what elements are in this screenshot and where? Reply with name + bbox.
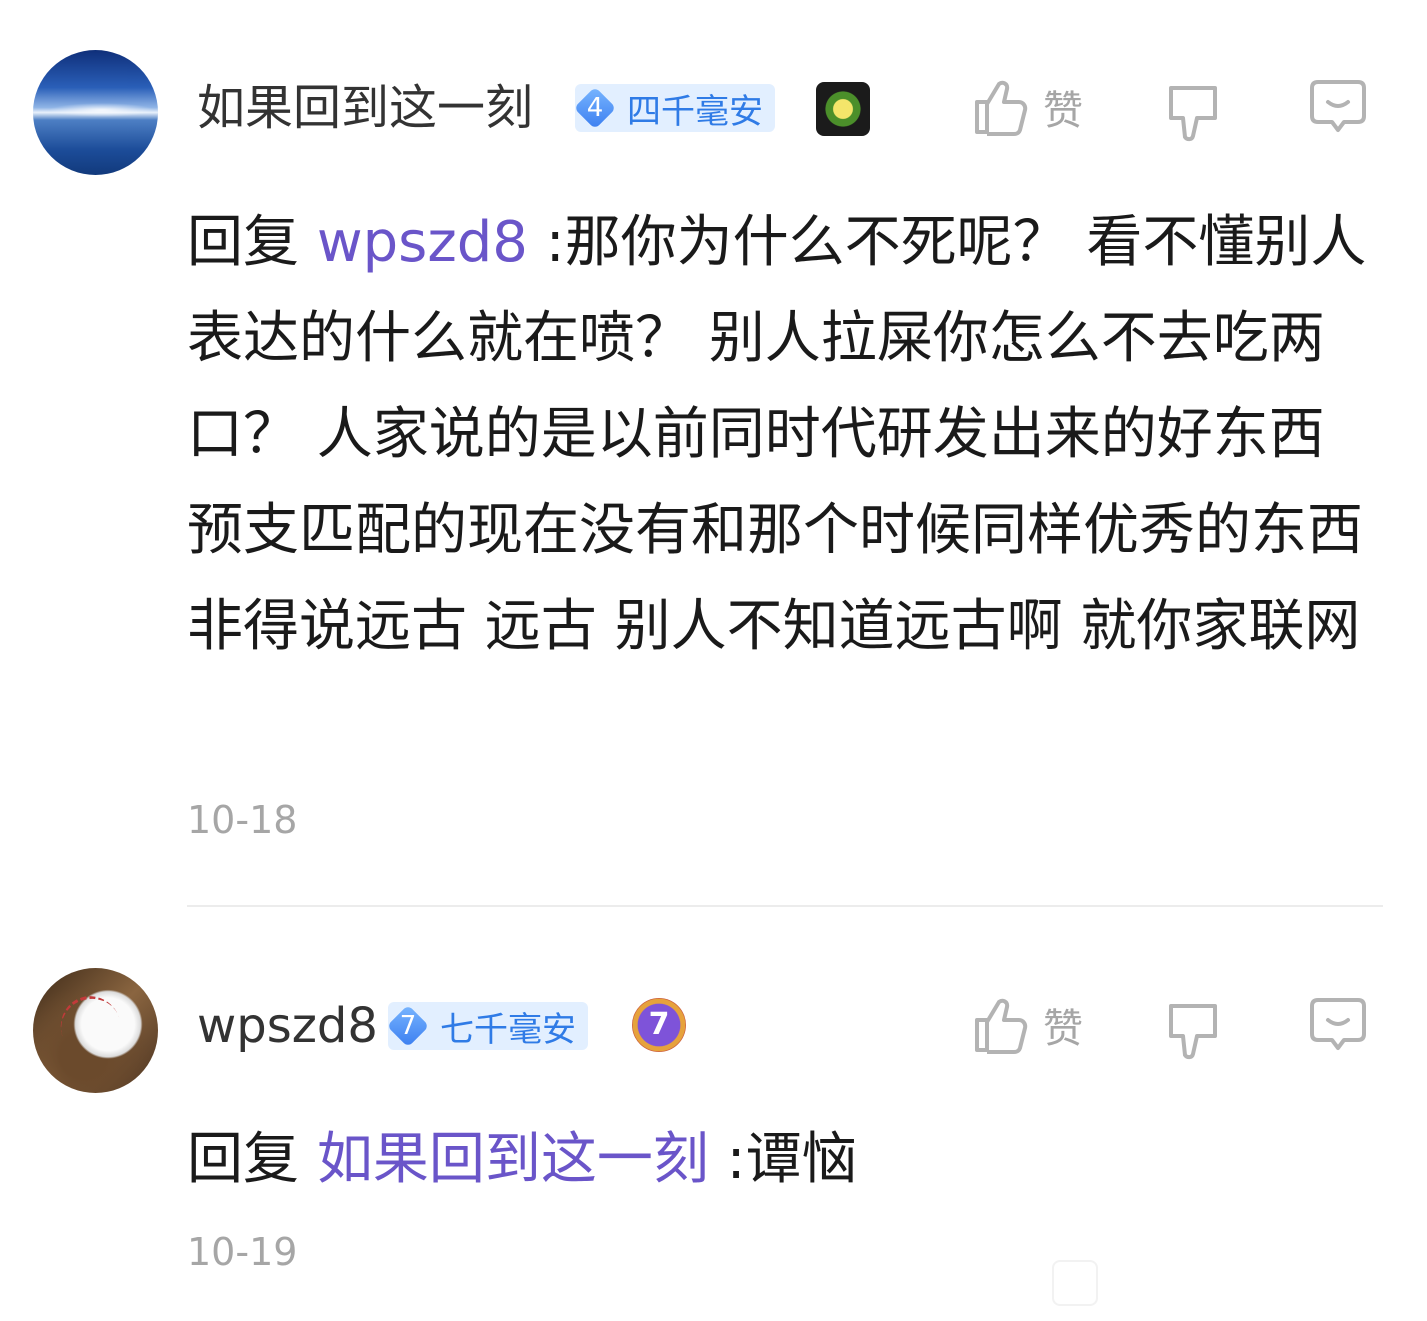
- comment-body: 回复 如果回到这一刻 :谭恼: [187, 1112, 1387, 1208]
- username[interactable]: wpszd8: [197, 996, 378, 1056]
- comment-text: :那你为什么不死呢？ 看不懂别人表达的什么就在喷？ 别人拉屎你怎么不去吃两口？ …: [187, 210, 1381, 659]
- comment-text: :谭恼: [708, 1127, 858, 1192]
- level-badge[interactable]: 4 四千毫安: [575, 84, 775, 132]
- comment-date: 10-18: [187, 798, 298, 842]
- level-title: 七千毫安: [440, 1009, 576, 1050]
- avatar[interactable]: [33, 50, 158, 175]
- username[interactable]: 如果回到这一刻: [197, 78, 533, 138]
- thumbs-down-icon[interactable]: [1165, 1000, 1221, 1060]
- mention-link[interactable]: wpszd8: [317, 210, 528, 275]
- comment-body: 回复 wpszd8 :那你为什么不死呢？ 看不懂别人表达的什么就在喷？ 别人拉屎…: [187, 195, 1387, 675]
- chat-bubble-icon[interactable]: [1308, 78, 1368, 136]
- comment-1: 如果回到这一刻 4 四千毫安 赞 回复 wpszd8 :那你为什么不死呢？ 看不…: [0, 0, 1427, 900]
- level-badge[interactable]: 7 七千毫安: [388, 1002, 588, 1050]
- chat-bubble-icon[interactable]: [1308, 996, 1368, 1054]
- reply-prefix: 回复: [187, 1127, 299, 1192]
- thumbs-up-icon: [975, 80, 1028, 136]
- like-button[interactable]: 赞: [973, 78, 1083, 136]
- medal-level-icon[interactable]: 7: [632, 998, 686, 1052]
- thumbs-up-icon: [975, 998, 1028, 1054]
- divider: [187, 905, 1383, 907]
- like-label: 赞: [1043, 1006, 1083, 1052]
- medal-star-icon[interactable]: [816, 82, 870, 136]
- like-button[interactable]: 赞: [973, 996, 1083, 1054]
- watermark-icon: [1052, 1260, 1098, 1306]
- avatar[interactable]: [33, 968, 158, 1093]
- thumbs-down-icon[interactable]: [1165, 82, 1221, 142]
- level-title: 四千毫安: [627, 91, 763, 132]
- reply-prefix: 回复: [187, 210, 299, 275]
- comment-date: 10-19: [187, 1230, 298, 1274]
- level-diamond-icon: 7: [386, 1004, 430, 1048]
- level-diamond-icon: 4: [573, 86, 617, 130]
- like-label: 赞: [1043, 88, 1083, 134]
- mention-link[interactable]: 如果回到这一刻: [317, 1127, 709, 1192]
